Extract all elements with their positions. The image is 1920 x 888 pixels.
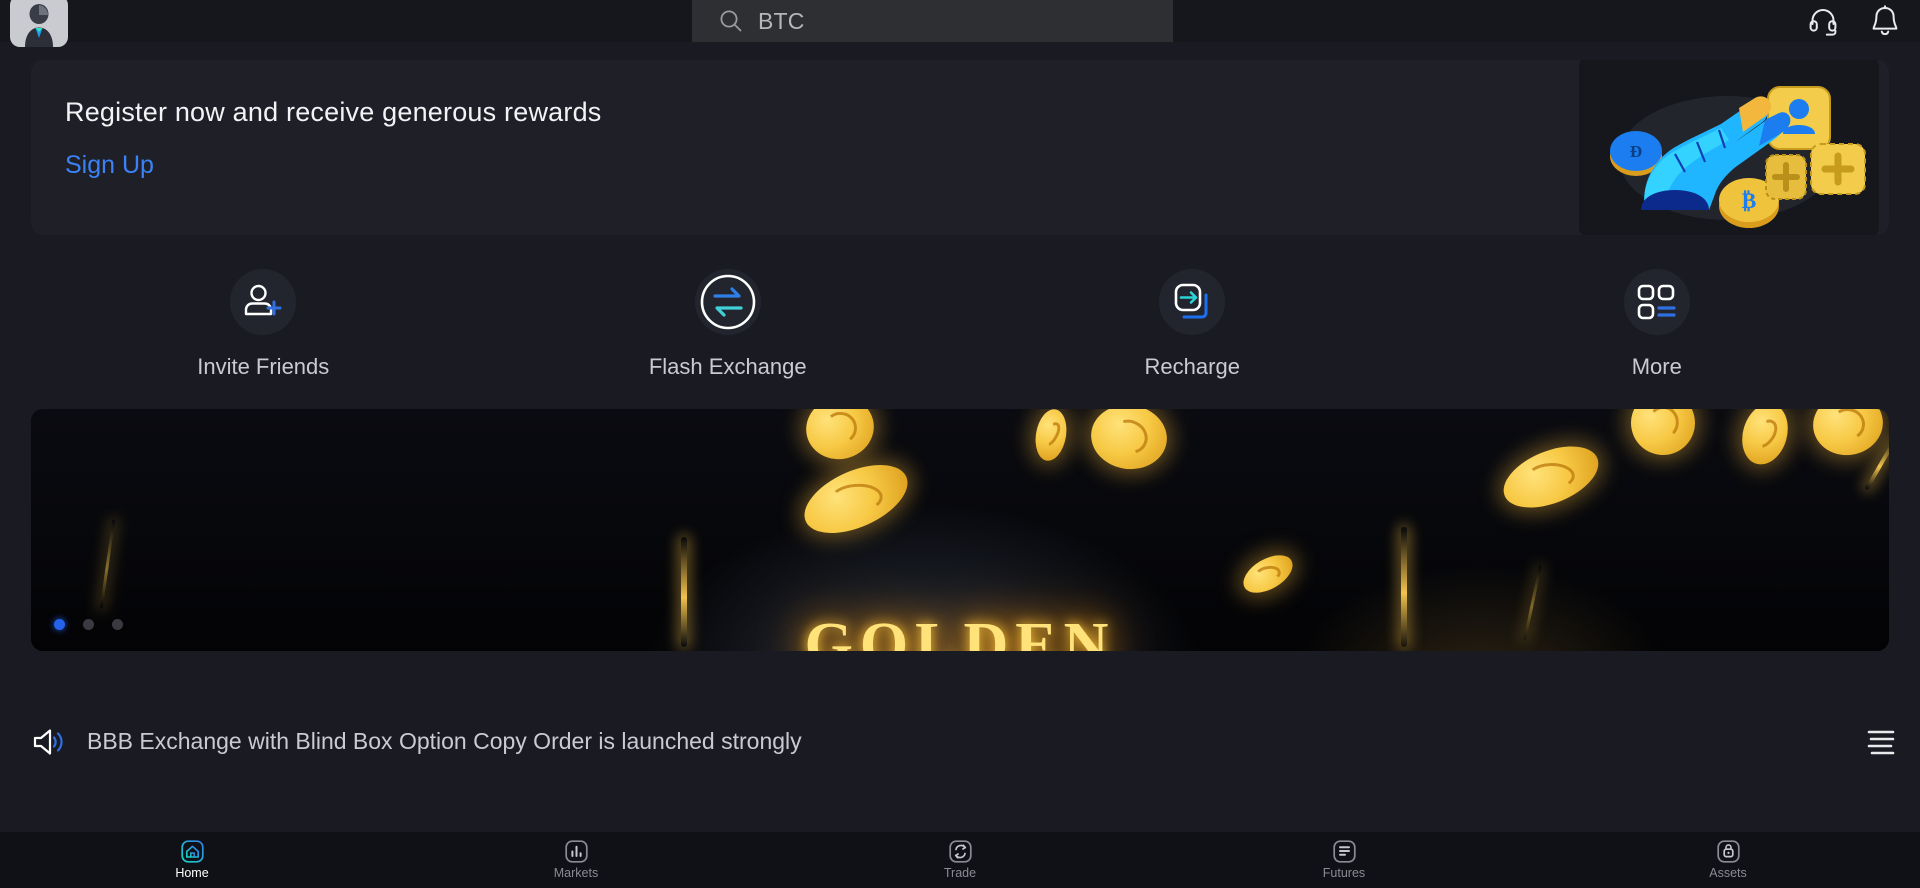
nav-label: Assets bbox=[1709, 866, 1747, 880]
quick-action-invite-friends[interactable]: Invite Friends bbox=[31, 268, 496, 380]
quick-action-flash-exchange[interactable]: Flash Exchange bbox=[496, 268, 961, 380]
quick-actions: Invite Friends Flash Exchange Recharge M… bbox=[0, 239, 1920, 409]
quick-action-label: Flash Exchange bbox=[648, 353, 807, 379]
bar-chart-icon bbox=[564, 840, 588, 863]
carousel-dot-3[interactable] bbox=[112, 619, 123, 630]
bottom-navigation: Home Markets Trade Futures Assets bbox=[0, 832, 1920, 888]
nav-item-trade[interactable]: Trade bbox=[768, 840, 1152, 880]
avatar[interactable] bbox=[10, 0, 68, 47]
top-bar: BTC bbox=[0, 0, 1920, 47]
top-bar-icons bbox=[1808, 0, 1900, 42]
search-input[interactable]: BTC bbox=[692, 0, 1173, 42]
nav-item-markets[interactable]: Markets bbox=[384, 840, 768, 880]
announcement-bar[interactable]: BBB Exchange with Blind Box Option Copy … bbox=[0, 651, 1920, 832]
promo-title: Register now and receive generous reward… bbox=[65, 97, 602, 127]
nav-label: Futures bbox=[1322, 866, 1366, 880]
app-root: BTC Register now and receive generous re… bbox=[0, 0, 1920, 888]
nav-item-assets[interactable]: Assets bbox=[1536, 840, 1920, 880]
svg-text:₿: ₿ bbox=[1742, 188, 1757, 213]
nav-label: Markets bbox=[553, 866, 599, 880]
swap-arrows-circle-icon bbox=[700, 274, 756, 329]
list-menu-icon[interactable] bbox=[1866, 729, 1896, 755]
search-input-value: BTC bbox=[758, 7, 805, 34]
search-icon bbox=[720, 10, 742, 32]
grid-more-icon bbox=[1637, 284, 1676, 319]
headset-support-icon[interactable] bbox=[1808, 6, 1838, 36]
quick-action-icon-wrap bbox=[694, 268, 761, 335]
megaphone-icon bbox=[31, 727, 65, 757]
carousel-dot-2[interactable] bbox=[83, 619, 94, 630]
promo-banner[interactable]: Register now and receive generous reward… bbox=[31, 60, 1889, 235]
quick-action-more[interactable]: More bbox=[1425, 268, 1890, 380]
quick-action-icon-wrap bbox=[1159, 268, 1226, 335]
quick-action-recharge[interactable]: Recharge bbox=[960, 268, 1425, 380]
nav-label: Trade bbox=[943, 866, 977, 880]
user-avatar-icon bbox=[25, 4, 53, 47]
wallet-icon bbox=[1716, 840, 1740, 863]
bell-notification-icon[interactable] bbox=[1870, 5, 1900, 37]
nav-item-home[interactable]: Home bbox=[0, 840, 384, 880]
swap-circle-icon bbox=[948, 840, 972, 863]
quick-action-label: Invite Friends bbox=[197, 353, 330, 379]
carousel-dots bbox=[54, 619, 123, 630]
quick-action-label: More bbox=[1631, 353, 1682, 379]
arrow-into-box-icon bbox=[1174, 283, 1208, 318]
carousel-dot-1[interactable] bbox=[54, 619, 65, 630]
quick-action-icon-wrap bbox=[1623, 268, 1690, 335]
nav-label: Home bbox=[175, 866, 209, 880]
announcement-text: BBB Exchange with Blind Box Option Copy … bbox=[87, 728, 802, 754]
svg-text:Ð: Ð bbox=[1630, 142, 1642, 161]
quick-action-label: Recharge bbox=[1144, 353, 1240, 379]
carousel-glow-text: GOLDEN bbox=[804, 611, 1116, 651]
list-lines-icon bbox=[1332, 840, 1356, 863]
home-icon bbox=[180, 840, 204, 863]
user-plus-icon bbox=[245, 284, 282, 315]
sign-up-link[interactable]: Sign Up bbox=[65, 151, 154, 180]
promo-carousel[interactable]: GOLDEN bbox=[31, 409, 1889, 651]
quick-action-icon-wrap bbox=[230, 268, 297, 335]
robot-hand-pointing-at-cards-illustration: Ð ₿ bbox=[1579, 60, 1879, 235]
nav-item-futures[interactable]: Futures bbox=[1152, 840, 1536, 880]
